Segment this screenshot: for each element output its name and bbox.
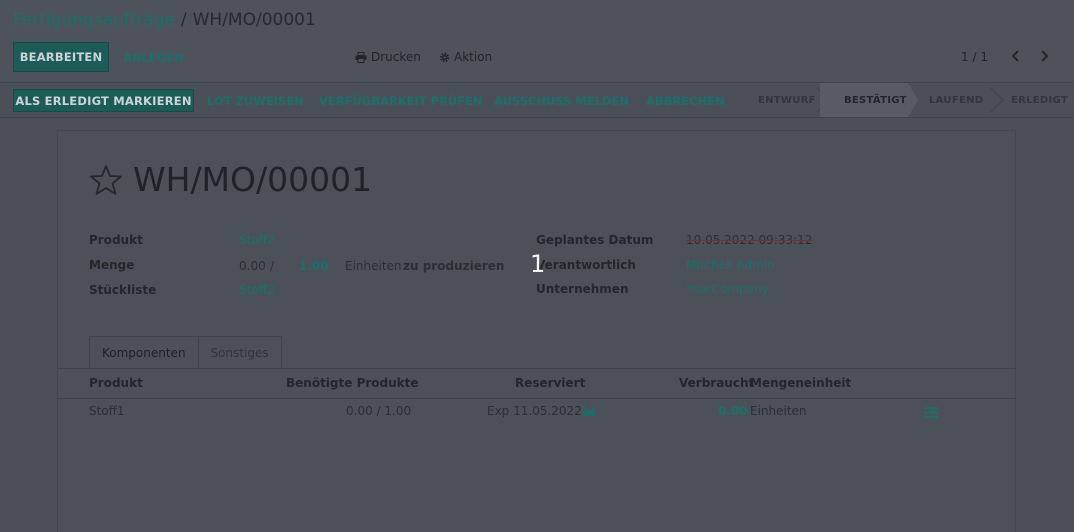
quantity-separator: / [270,259,275,273]
control-panel: Fertigungsaufträge / WH/MO/00001 BEARBEITE… [0,0,1074,83]
pager-value[interactable]: 1 / 1 [961,50,988,64]
row-reserved: Exp 11.05.2022 [487,404,582,418]
column-header-reserved[interactable]: Reserviert [515,376,585,390]
column-header-product[interactable]: Produkt [89,376,143,390]
gear-icon [439,52,450,62]
notebook-tabs: Komponenten Sonstiges [89,336,282,369]
chevron-right-icon [1041,50,1049,62]
scrap-button[interactable]: AUSSCHUSS MELDEN [494,94,629,108]
responsible-label: Verantwortlich [536,258,636,272]
company-value-link[interactable]: YourCompany [686,282,769,296]
breadcrumb-parent-link[interactable]: Fertigungsaufträge [13,10,175,30]
star-icon[interactable] [89,163,123,197]
status-step-in-progress[interactable]: LAUFEND [908,83,1004,117]
print-button[interactable]: Drucken [355,50,421,64]
responsible-value-link[interactable]: Mitchell Admin [686,258,775,272]
breadcrumb: Fertigungsaufträge / WH/MO/00001 [13,10,316,30]
row-consumed[interactable]: 0.00 [718,404,748,418]
column-header-uom[interactable]: Mengeneinheit [750,376,851,390]
pager-previous-button[interactable] [1007,46,1025,66]
product-value-link[interactable]: Stoff2 [239,233,275,247]
breadcrumb-separator: / [180,10,187,30]
edit-button[interactable]: BEARBEITEN [13,42,109,72]
quantity-uom: Einheiten [345,259,402,273]
overlay-step-number: 1 [530,250,546,278]
row-uom: Einheiten [750,404,807,418]
chevron-left-icon [1011,50,1019,62]
row-product: Stoff1 [89,404,125,418]
column-header-needed[interactable]: Benötigte Produkte [286,376,419,390]
bom-label: Stückliste [89,283,157,297]
print-icon [355,51,367,63]
breadcrumb-current: WH/MO/00001 [192,10,316,30]
print-label: Drucken [371,50,421,64]
assign-lot-button[interactable]: LOT ZUWEISEN [207,94,304,108]
planned-date-label: Geplantes Datum [536,233,654,247]
check-availability-button[interactable]: VERFÜGBARKEIT PRÜFEN [319,94,483,108]
statusbar: ALS ERLEDIGT MARKIEREN LOT ZUWEISEN VERF… [0,83,1074,118]
mark-done-button[interactable]: ALS ERLEDIGT MARKIEREN [13,89,194,112]
list-detail-icon[interactable] [925,407,938,418]
action-button[interactable]: Aktion [439,50,492,64]
cancel-button[interactable]: ABBRECHEN [646,94,725,108]
status-step-done[interactable]: ERLEDIGT [994,83,1074,117]
pager-next-button[interactable] [1035,46,1053,66]
tab-misc[interactable]: Sonstiges [198,336,282,369]
status-step-label: LAUFEND [929,94,984,106]
status-step-confirmed[interactable]: BESTÄTIGT [820,83,918,117]
record-title: WH/MO/00001 [133,160,373,199]
bom-value-link[interactable]: Stoff2 [239,283,275,297]
company-label: Unternehmen [536,282,629,296]
planned-date-value: 10.05.2022 09:33:12 [686,233,813,247]
tabs-divider [57,368,1016,369]
forecast-chart-icon[interactable] [583,405,597,416]
quantity-label: Menge [89,258,135,272]
quantity-total-value[interactable]: 1.00 [299,259,329,273]
quantity-done-value: 0.00 [239,259,266,273]
status-step-label: ERLEDIGT [1011,94,1069,106]
status-steps: ENTWURF BESTÄTIGT LAUFEND ERLEDIGT [742,83,1074,117]
row-needed: 0.00 / 1.00 [346,404,412,418]
status-step-label: BESTÄTIGT [844,94,907,106]
status-step-draft[interactable]: ENTWURF [742,83,830,117]
action-label: Aktion [454,50,493,64]
table-header-divider [57,398,1016,399]
column-header-consumed[interactable]: Verbraucht [679,376,754,390]
create-button[interactable]: ANLEGEN [123,51,184,65]
product-label: Produkt [89,233,143,247]
quantity-suffix: zu produzieren [403,259,505,273]
tab-components[interactable]: Komponenten [89,336,199,369]
